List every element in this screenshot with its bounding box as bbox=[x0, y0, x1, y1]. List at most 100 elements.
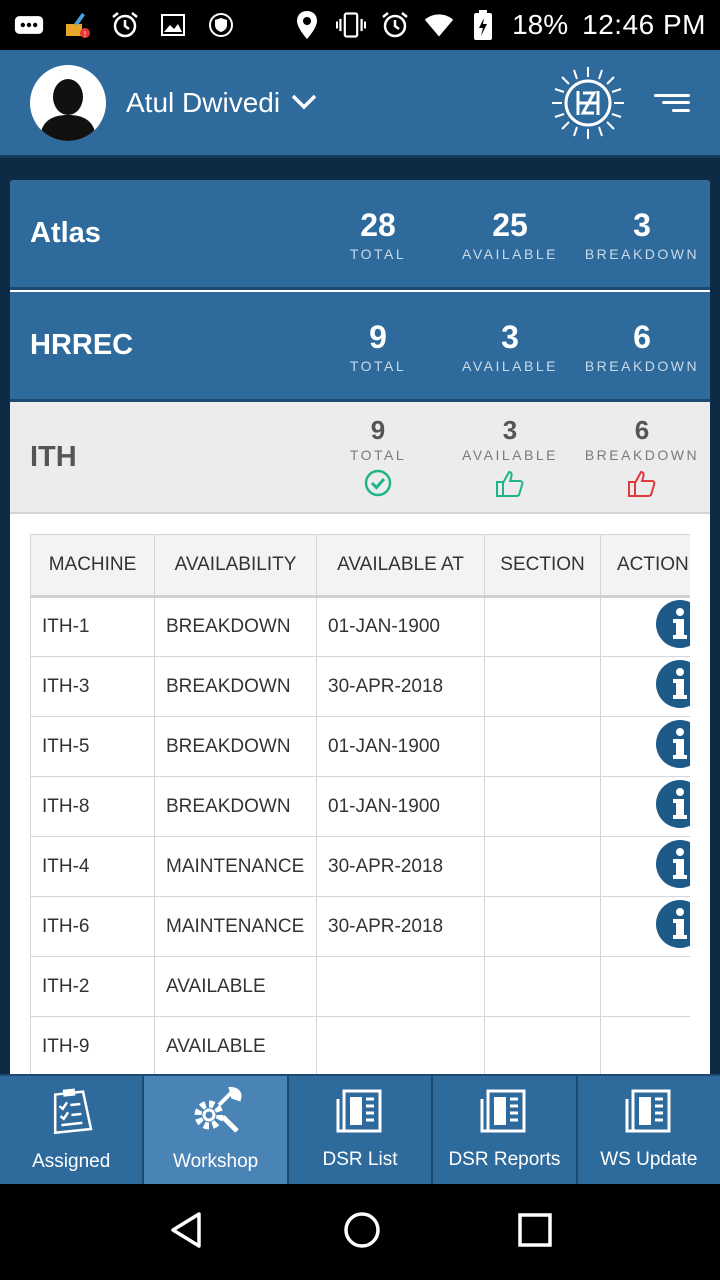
cell-section bbox=[484, 716, 601, 777]
back-icon[interactable] bbox=[167, 1210, 207, 1255]
battery-icon bbox=[468, 10, 498, 40]
info-button[interactable] bbox=[655, 839, 690, 888]
cell-available-at: 30-APR-2018 bbox=[316, 836, 485, 897]
cell-machine: ITH-5 bbox=[30, 716, 155, 777]
cell-availability: AVAILABLE bbox=[154, 1016, 317, 1074]
app-header: Atul Dwivedi bbox=[0, 50, 720, 158]
thumbs-up-icon bbox=[444, 469, 576, 499]
newspaper-icon bbox=[480, 1089, 528, 1139]
nav-assigned[interactable]: Assigned bbox=[0, 1076, 145, 1184]
stat-value: 3 bbox=[502, 415, 518, 445]
cell-action bbox=[600, 776, 690, 837]
stat-breakdown[interactable]: 6 BREAKDOWN bbox=[576, 415, 708, 499]
info-icon bbox=[672, 787, 687, 819]
column-header-availability[interactable]: AVAILABILITY bbox=[154, 534, 317, 597]
nav-dsr-reports[interactable]: DSR Reports bbox=[433, 1076, 578, 1184]
alarm-icon bbox=[110, 10, 140, 40]
stat-value: 25 bbox=[492, 206, 528, 243]
cell-section bbox=[484, 956, 601, 1017]
summary-card-ith[interactable]: ITH 9 TOTAL 3 AVAILABLE 6 BREAKDOWN bbox=[10, 402, 710, 514]
stat-total: 28 TOTAL bbox=[312, 206, 444, 262]
svg-text:!: ! bbox=[84, 30, 86, 39]
card-title: HRREC bbox=[30, 329, 134, 361]
stat-label: TOTAL bbox=[349, 447, 407, 463]
cell-machine: ITH-4 bbox=[30, 836, 155, 897]
cell-action bbox=[600, 656, 690, 717]
thumbs-down-icon bbox=[576, 469, 708, 499]
nav-ws-update[interactable]: WS Update bbox=[578, 1076, 720, 1184]
cell-machine: ITH-9 bbox=[30, 1016, 155, 1074]
stat-label: BREAKDOWN bbox=[584, 357, 700, 374]
nav-label: Assigned bbox=[32, 1151, 111, 1172]
cell-machine: ITH-1 bbox=[30, 596, 155, 657]
main-content: Atlas 28 TOTAL 25 AVAILABLE 3 BREAKDOWN … bbox=[10, 180, 710, 1074]
cell-action bbox=[600, 836, 690, 897]
column-header-action[interactable]: ACTION bbox=[600, 534, 690, 597]
vibrate-icon bbox=[336, 10, 367, 40]
stat-label: AVAILABLE bbox=[462, 245, 558, 262]
stat-value: 3 bbox=[633, 206, 651, 243]
stat-value: 3 bbox=[501, 318, 519, 355]
stat-value: 6 bbox=[634, 415, 650, 445]
user-name: Atul Dwivedi bbox=[126, 86, 281, 118]
stat-available[interactable]: 3 AVAILABLE bbox=[444, 415, 576, 499]
cell-availability: BREAKDOWN bbox=[154, 716, 317, 777]
cell-available-at: 01-JAN-1900 bbox=[316, 596, 485, 657]
message-icon bbox=[14, 10, 44, 40]
stat-value: 9 bbox=[369, 318, 387, 355]
stat-available: 25 AVAILABLE bbox=[444, 206, 576, 262]
stat-breakdown: 3 BREAKDOWN bbox=[576, 206, 708, 262]
recents-icon[interactable] bbox=[517, 1212, 553, 1253]
column-header-available-at[interactable]: AVAILABLE AT bbox=[316, 534, 485, 597]
stat-value: 9 bbox=[370, 415, 386, 445]
cell-action bbox=[600, 596, 690, 657]
home-icon[interactable] bbox=[342, 1210, 382, 1255]
shield-icon bbox=[206, 10, 236, 40]
info-button[interactable] bbox=[655, 719, 690, 768]
summary-card-hrrec[interactable]: HRREC 9 TOTAL 3 AVAILABLE 6 BREAKDOWN bbox=[10, 292, 710, 402]
info-icon bbox=[672, 608, 687, 639]
stat-available: 3 AVAILABLE bbox=[444, 318, 576, 374]
cell-action bbox=[600, 896, 690, 957]
summary-card-atlas[interactable]: Atlas 28 TOTAL 25 AVAILABLE 3 BREAKDOWN bbox=[10, 180, 710, 290]
cell-availability: BREAKDOWN bbox=[154, 656, 317, 717]
cell-available-at bbox=[316, 1016, 485, 1074]
machine-table: MACHINE AVAILABILITY AVAILABLE AT SECTIO… bbox=[30, 534, 690, 1074]
clock: 12:46 PM bbox=[582, 9, 706, 40]
nav-workshop[interactable]: Workshop bbox=[144, 1076, 289, 1184]
stat-total[interactable]: 9 TOTAL bbox=[312, 415, 444, 499]
stat-total: 9 TOTAL bbox=[312, 318, 444, 374]
cell-section bbox=[484, 836, 601, 897]
cell-availability: MAINTENANCE bbox=[154, 896, 317, 957]
info-button[interactable] bbox=[655, 779, 690, 828]
avatar[interactable] bbox=[30, 64, 106, 141]
newspaper-icon bbox=[625, 1089, 673, 1139]
clipboard-icon bbox=[49, 1087, 93, 1141]
cell-action bbox=[600, 1016, 690, 1074]
user-dropdown[interactable]: Atul Dwivedi bbox=[126, 87, 318, 119]
cell-available-at: 30-APR-2018 bbox=[316, 656, 485, 717]
filter-menu-button[interactable] bbox=[654, 88, 690, 118]
info-icon bbox=[672, 847, 687, 879]
cell-machine: ITH-8 bbox=[30, 776, 155, 837]
table-row: ITH-5 BREAKDOWN 01-JAN-1900 bbox=[30, 716, 690, 777]
wifi-icon bbox=[424, 10, 454, 40]
cell-availability: MAINTENANCE bbox=[154, 836, 317, 897]
cell-section bbox=[484, 656, 601, 717]
machine-table-container[interactable]: MACHINE AVAILABILITY AVAILABLE AT SECTIO… bbox=[30, 534, 690, 1074]
cell-section bbox=[484, 776, 601, 837]
info-button[interactable] bbox=[655, 600, 690, 648]
info-button[interactable] bbox=[655, 659, 690, 708]
info-button[interactable] bbox=[655, 899, 690, 948]
stat-label: AVAILABLE bbox=[462, 447, 558, 463]
nav-label: WS Update bbox=[600, 1149, 698, 1170]
stat-value: 6 bbox=[633, 318, 651, 355]
cell-machine: ITH-6 bbox=[30, 896, 155, 957]
tools-icon bbox=[189, 1086, 243, 1141]
column-header-machine[interactable]: MACHINE bbox=[30, 534, 155, 597]
stat-label: AVAILABLE bbox=[462, 357, 558, 374]
column-header-section[interactable]: SECTION bbox=[484, 534, 601, 597]
chevron-down-icon bbox=[290, 87, 318, 119]
nav-dsr-list[interactable]: DSR List bbox=[289, 1076, 434, 1184]
company-logo bbox=[550, 65, 626, 141]
